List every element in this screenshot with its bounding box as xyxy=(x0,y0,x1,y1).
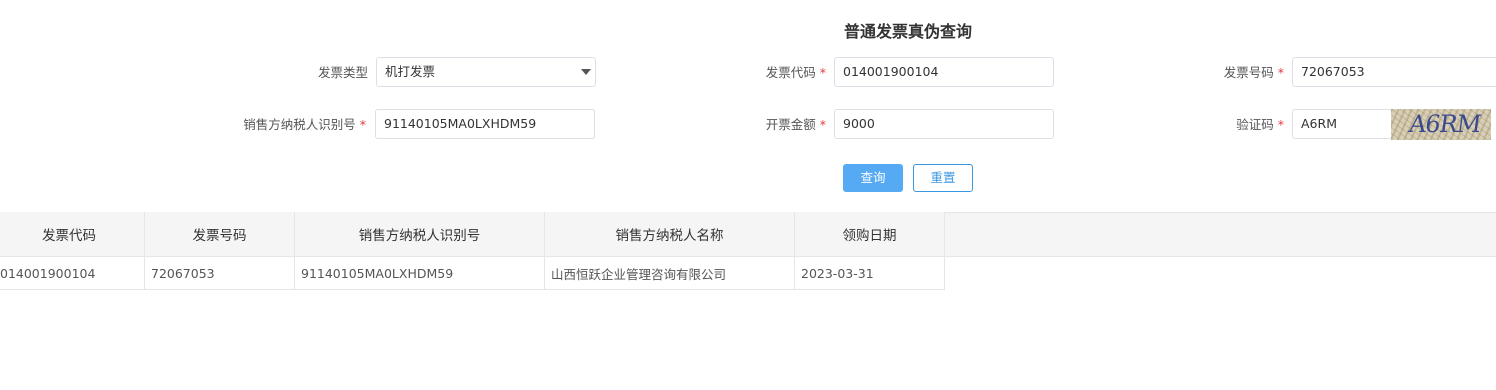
invoice-code-value: 014001900104 xyxy=(843,64,939,79)
cell-seller-tax-id: 91140105MA0LXHDM59 xyxy=(294,256,545,290)
column-header-invoice-code: 发票代码 xyxy=(0,212,145,257)
verify-code-label-text: 验证码 xyxy=(1236,117,1274,132)
captcha-text: A6RM xyxy=(1407,110,1483,138)
seller-tax-id-value: 91140105MA0LXHDM59 xyxy=(384,116,537,131)
amount-label-text: 开票金额 xyxy=(765,117,816,132)
verify-code-input[interactable]: A6RM xyxy=(1292,109,1392,139)
captcha-image[interactable]: A6RM xyxy=(1391,109,1491,140)
table-header-row: 发票代码 发票号码 销售方纳税人识别号 销售方纳税人名称 领购日期 xyxy=(0,212,945,257)
reset-button[interactable]: 重置 xyxy=(913,164,973,192)
invoice-code-label-text: 发票代码 xyxy=(765,65,816,80)
seller-tax-id-input[interactable]: 91140105MA0LXHDM59 xyxy=(375,109,595,139)
invoice-number-label: 发票号码 * xyxy=(1160,57,1284,89)
invoice-number-input[interactable]: 72067053 xyxy=(1292,57,1496,87)
page-title: 普通发票真伪查询 xyxy=(843,22,972,41)
seller-tax-id-label-text: 销售方纳税人识别号 xyxy=(243,117,356,132)
query-button[interactable]: 查询 xyxy=(843,164,903,192)
chevron-down-icon xyxy=(581,69,591,75)
invoice-type-label: 发票类型 xyxy=(250,57,368,89)
column-header-seller-name: 销售方纳税人名称 xyxy=(544,212,795,257)
required-star: * xyxy=(1277,117,1284,132)
cell-invoice-number: 72067053 xyxy=(144,256,295,290)
required-star: * xyxy=(819,65,826,80)
seller-tax-id-label: 销售方纳税人识别号 * xyxy=(200,109,366,141)
invoice-type-value: 机打发票 xyxy=(385,64,436,79)
verify-code-label: 验证码 * xyxy=(1160,109,1284,141)
invoice-type-label-text: 发票类型 xyxy=(317,65,368,80)
invoice-number-label-text: 发票号码 xyxy=(1223,65,1274,80)
amount-label: 开票金额 * xyxy=(700,109,826,141)
results-table: 发票代码 发票号码 销售方纳税人识别号 销售方纳税人名称 领购日期 014001… xyxy=(0,212,945,290)
column-header-seller-tax-id: 销售方纳税人识别号 xyxy=(294,212,545,257)
invoice-code-input[interactable]: 014001900104 xyxy=(834,57,1054,87)
amount-value: 9000 xyxy=(843,116,875,131)
invoice-type-select[interactable]: 机打发票 xyxy=(376,57,596,87)
amount-input[interactable]: 9000 xyxy=(834,109,1054,139)
cell-seller-name: 山西恒跃企业管理咨询有限公司 xyxy=(544,256,795,290)
cell-invoice-code: 014001900104 xyxy=(0,256,145,290)
invoice-code-label: 发票代码 * xyxy=(700,57,826,89)
column-header-invoice-number: 发票号码 xyxy=(144,212,295,257)
required-star: * xyxy=(1277,65,1284,80)
table-row: 014001900104 72067053 91140105MA0LXHDM59… xyxy=(0,256,945,290)
invoice-number-value: 72067053 xyxy=(1301,64,1365,79)
column-header-purchase-date: 领购日期 xyxy=(794,212,945,257)
cell-purchase-date: 2023-03-31 xyxy=(794,256,945,290)
required-star: * xyxy=(359,117,366,132)
required-star: * xyxy=(819,117,826,132)
verify-code-value: A6RM xyxy=(1301,116,1337,131)
